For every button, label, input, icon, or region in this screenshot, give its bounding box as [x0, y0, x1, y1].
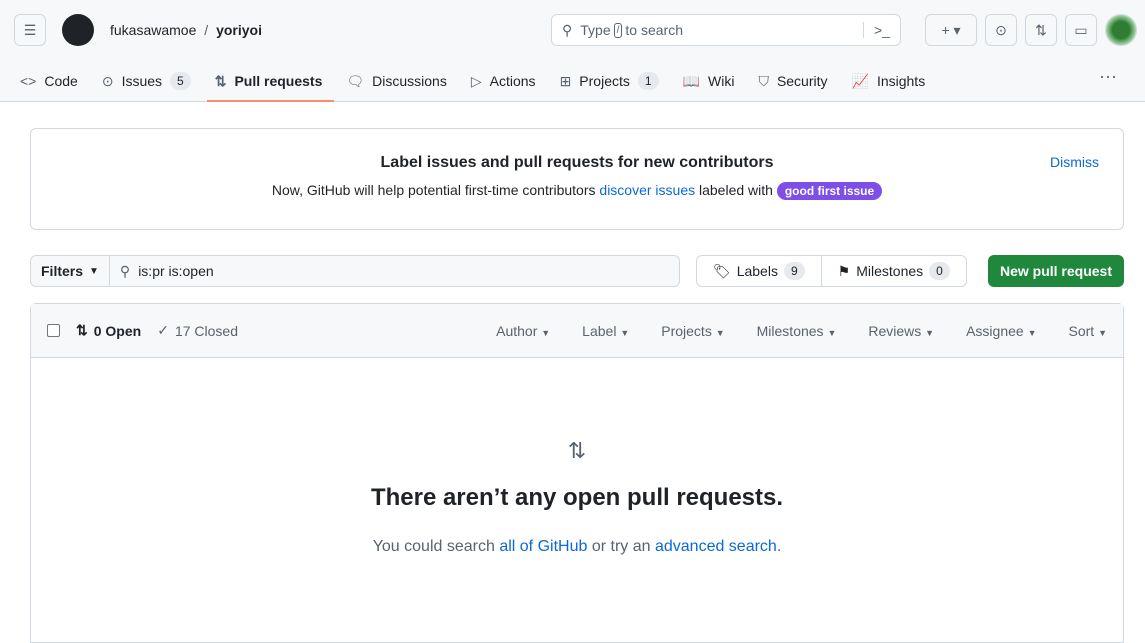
filter-menu-author[interactable]: Author ▼	[496, 323, 550, 339]
command-palette-icon[interactable]: >_	[863, 22, 890, 38]
filter-menu-assignee[interactable]: Assignee ▼	[966, 323, 1036, 339]
tab-discussions[interactable]: 🗨 Discussions	[346, 60, 458, 102]
filter-menu-projects[interactable]: Projects ▼	[661, 323, 724, 339]
label-badge[interactable]: good first issue	[776, 182, 883, 200]
tab-pull-requests[interactable]: ⇅ Pull requests	[206, 60, 335, 102]
filter-input[interactable]: ⚲ is:pr is:open	[109, 255, 680, 287]
contributors-banner: Label issues and pull requests for new c…	[30, 128, 1124, 230]
book-icon: 📖	[682, 72, 700, 89]
tab-code[interactable]: <> Code	[20, 60, 90, 102]
repo-nav: <> Code ⊙ Issues 5 ⇅ Pull requests 🗨 Discussions…	[0, 60, 1145, 102]
breadcrumb: fukasawamoe / yoriyoi	[110, 22, 262, 38]
pull-request-list: ⇅ 0 Open ✓ 17 Closed Author ▼ Label ▼ Projec…	[30, 303, 1124, 643]
avatar[interactable]	[1105, 14, 1137, 46]
kbd-shortcut: /	[613, 22, 623, 38]
tab-projects[interactable]: ⊞ Projects 1	[560, 60, 671, 102]
inbox-button[interactable]: ▭	[1065, 14, 1097, 46]
shield-icon: ⛉	[758, 72, 769, 89]
more-icon[interactable]: ···	[1099, 66, 1117, 87]
app-header: ☰ fukasawamoe / yoriyoi ⚲ Type / to search…	[0, 0, 1145, 102]
labels-button[interactable]: 🏷 Labels 9	[697, 256, 821, 286]
empty-title: There aren’t any open pull requests.	[370, 484, 784, 511]
comment-discussion-icon: 🗨	[346, 72, 365, 89]
plus-icon: + ▾	[941, 21, 961, 38]
caret-down-icon: ▼	[925, 327, 935, 338]
git-pull-request-icon: ⇅	[76, 322, 88, 338]
inbox-icon: ▭	[1074, 21, 1088, 38]
dismiss-button[interactable]: Dismiss	[1050, 154, 1099, 170]
hamburger-icon: ☰	[23, 21, 37, 38]
pull-requests-button[interactable]: ⇅	[1025, 14, 1057, 46]
github-logo-icon[interactable]	[62, 14, 94, 46]
search-input[interactable]: ⚲ Type / to search >_	[551, 14, 901, 46]
advanced-search-link[interactable]: advanced search	[655, 538, 777, 555]
create-new-button[interactable]: + ▾	[925, 14, 977, 46]
caret-down-icon: ▼	[620, 327, 630, 338]
tab-insights[interactable]: 📈 Insights	[852, 60, 938, 102]
new-pull-request-button[interactable]: New pull request	[987, 255, 1124, 287]
banner-title: Label issues and pull requests for new c…	[380, 154, 774, 171]
filter-menu-sort[interactable]: Sort ▼	[1069, 323, 1108, 339]
caret-down-icon: ▼	[1098, 327, 1107, 338]
git-pull-request-icon: ⇅	[1035, 21, 1047, 38]
check-icon: ✓	[157, 322, 169, 338]
milestones-button[interactable]: ⚑ Milestones 0	[820, 256, 966, 286]
search-icon: ⚲	[562, 21, 573, 38]
closed-filter[interactable]: ✓ 17 Closed	[157, 322, 238, 339]
filters-button[interactable]: Filters ▼	[30, 255, 110, 287]
issue-icon: ⊙	[101, 72, 114, 89]
caret-down-icon: ▼	[1027, 327, 1037, 338]
graph-icon: 📈	[851, 72, 869, 89]
open-filter[interactable]: ⇅ 0 Open	[76, 322, 141, 339]
play-icon: ▷	[470, 72, 482, 89]
filter-menu-milestones[interactable]: Milestones ▼	[757, 323, 837, 339]
issue-icon: ⊙	[995, 21, 1007, 38]
repo-link[interactable]: yoriyoi	[216, 22, 262, 38]
git-pull-request-icon: ⇅	[214, 72, 227, 89]
caret-down-icon: ▼	[89, 265, 99, 277]
table-icon: ⊞	[559, 72, 572, 89]
all-github-link[interactable]: all of GitHub	[499, 538, 587, 555]
search-icon: ⚲	[119, 262, 131, 279]
empty-state: ⇅ There aren’t any open pull requests. Y…	[31, 358, 1123, 556]
caret-down-icon: ▼	[715, 327, 725, 338]
git-pull-request-icon: ⇅	[567, 438, 587, 463]
discover-issues-link[interactable]: discover issues	[599, 182, 695, 198]
tab-actions[interactable]: ▷ Actions	[471, 60, 548, 102]
issues-button[interactable]: ⊙	[985, 14, 1017, 46]
tab-wiki[interactable]: 📖 Wiki	[683, 60, 747, 102]
tab-issues[interactable]: ⊙ Issues 5	[102, 60, 203, 102]
caret-down-icon: ▼	[827, 327, 837, 338]
milestone-icon: ⚑	[837, 262, 851, 279]
filter-menu-label[interactable]: Label ▼	[582, 323, 629, 339]
owner-link[interactable]: fukasawamoe	[110, 22, 196, 38]
tab-count: 1	[637, 72, 659, 90]
select-all-checkbox[interactable]	[47, 324, 60, 337]
tab-count: 5	[170, 72, 191, 90]
menu-button[interactable]: ☰	[14, 14, 46, 46]
tag-icon: 🏷	[712, 262, 731, 279]
code-icon: <>	[20, 73, 37, 89]
caret-down-icon: ▼	[541, 327, 551, 338]
filter-menu-reviews[interactable]: Reviews ▼	[868, 323, 934, 339]
tab-security[interactable]: ⛉ Security	[758, 60, 839, 102]
